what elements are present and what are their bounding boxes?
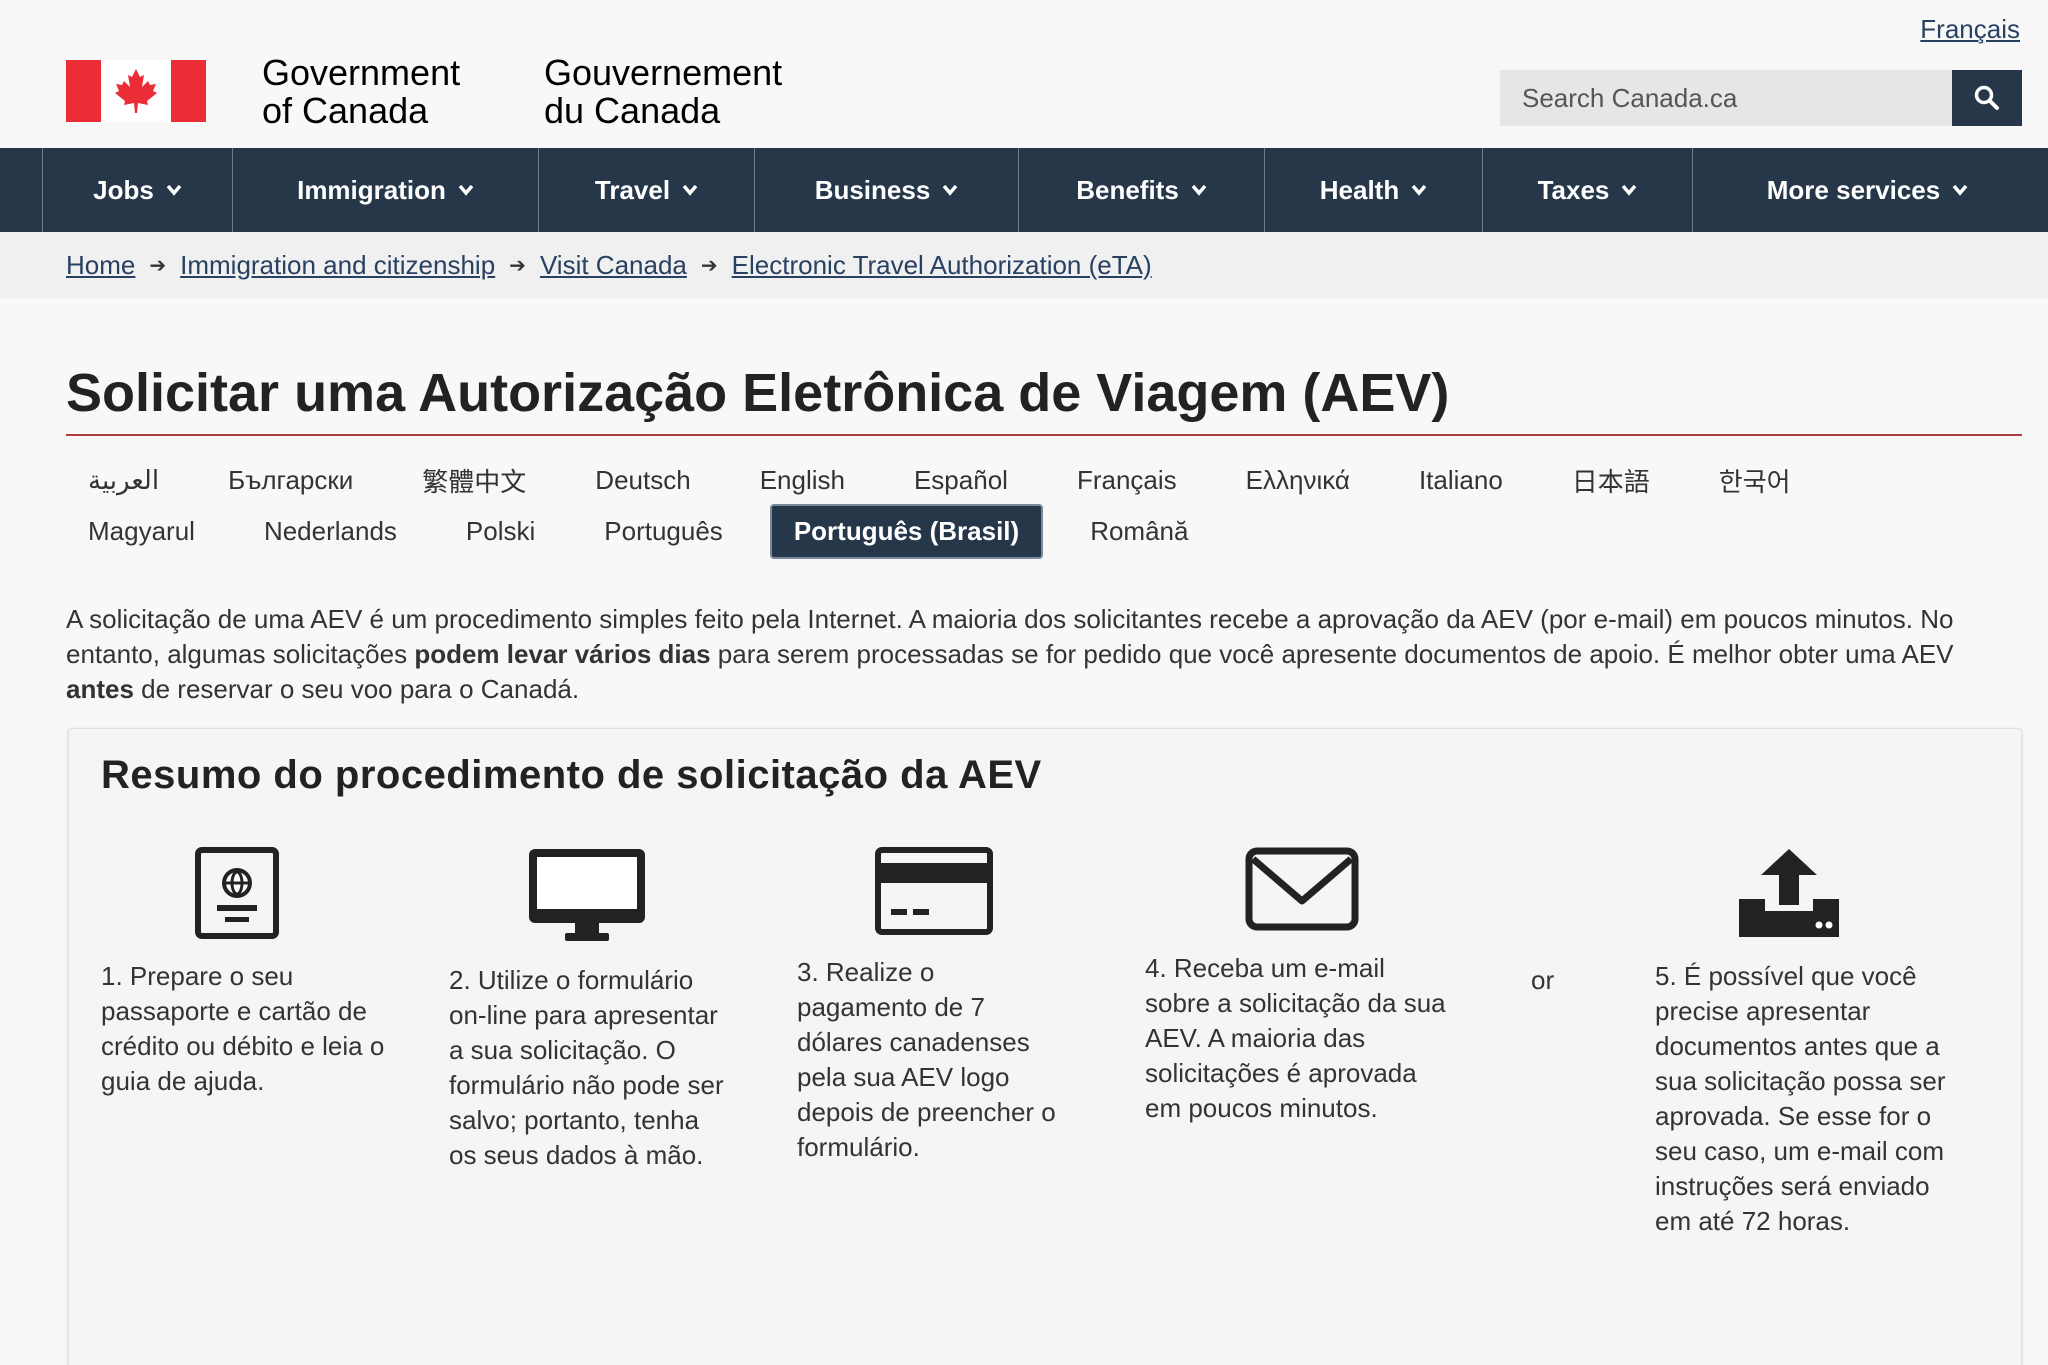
menu-label: More services [1766,174,1941,205]
page-title: Solicitar uma Autorização Eletrônica de … [66,362,2022,436]
computer-monitor-icon [529,849,645,941]
language-link-arabic[interactable]: العربية [66,455,181,506]
search-form [1500,70,2022,126]
breadcrumb-arrow-icon: ➔ [149,254,167,277]
language-toggle-link[interactable]: Français [1920,14,2020,45]
language-link-bulgarian[interactable]: Български [206,455,375,506]
chevron-down-icon [1622,184,1637,196]
menu-label: Travel [594,174,671,205]
language-list-row2: Magyarul Nederlands Polski Português Por… [66,504,1235,559]
step-2-text: 2. Utilize o formulário on-line para apr… [449,965,724,1170]
intro-bold-several-days: podem levar vários dias [414,639,711,669]
menu-health[interactable]: Health [1264,148,1482,232]
language-link-korean[interactable]: 한국어 [1697,452,1813,509]
step-4-text: 4. Receba um e-mail sobre a solicitação … [1145,953,1446,1123]
menu-label: Taxes [1537,174,1610,205]
gov-fr-line2: du Canada [544,90,721,131]
menu-more-services[interactable]: More services [1692,148,2042,232]
language-link-spanish[interactable]: Español [892,455,1030,506]
step-1: 1. Prepare o seu passaporte e cartão de … [101,847,391,1099]
search-input[interactable] [1500,70,1952,126]
gouvernement-du-canada-wordmark[interactable]: Gouvernement du Canada [544,54,782,130]
menu-taxes[interactable]: Taxes [1482,148,1692,232]
breadcrumb-home[interactable]: Home [66,250,135,281]
flag-red-bar-left [66,60,101,122]
main-menu: Jobs Immigration Travel Business Benefit… [0,148,2048,232]
language-link-english[interactable]: English [738,455,867,506]
intro-paragraph: A solicitação de uma AEV é um procedimen… [66,602,2026,707]
maple-leaf-icon [115,69,157,113]
chevron-down-icon [166,184,182,196]
step-5: 5. É possível que você precise apresenta… [1655,847,1955,1239]
menu-label: Jobs [93,174,154,205]
summary-title: Resumo do procedimento de solicitação da… [101,753,1042,797]
breadcrumb-arrow-icon: ➔ [700,254,718,277]
step-2: 2. Utilize o formulário on-line para apr… [449,847,729,1173]
language-link-hungarian[interactable]: Magyarul [66,506,217,557]
gov-fr-line1: Gouvernement [544,52,783,93]
menu-immigration[interactable]: Immigration [232,148,538,232]
chevron-down-icon [458,184,474,196]
step-3: 3. Realize o pagamento de 7 dólares cana… [797,847,1067,1165]
menu-jobs[interactable]: Jobs [42,148,232,232]
credit-card-icon [875,847,993,935]
government-of-canada-wordmark[interactable]: Government of Canada [262,54,460,130]
or-separator-text: or [1531,965,1555,995]
language-link-french[interactable]: Français [1055,455,1199,506]
chevron-down-icon [942,184,958,196]
menu-label: Benefits [1076,174,1179,205]
breadcrumb-arrow-icon: ➔ [509,254,526,277]
breadcrumb-visit-canada[interactable]: Visit Canada [540,250,687,281]
menu-benefits[interactable]: Benefits [1018,148,1264,232]
menu-travel[interactable]: Travel [538,148,754,232]
canada-flag-logo[interactable] [66,60,206,122]
menu-business[interactable]: Business [754,148,1018,232]
language-link-german[interactable]: Deutsch [573,455,712,506]
breadcrumb-eta[interactable]: Electronic Travel Authorization (eTA) [732,250,1152,281]
menu-label: Immigration [297,174,446,205]
passport-icon [195,847,279,939]
search-icon [1974,85,1999,110]
language-link-dutch[interactable]: Nederlands [242,506,419,557]
language-link-portuguese[interactable]: Português [582,506,745,557]
language-list-row1: العربية Български 繁體中文 Deutsch English E… [66,452,1838,509]
chevron-down-icon [682,184,698,196]
upload-icon [1739,849,1839,937]
intro-text-3: de reservar o seu voo para o Canadá. [133,674,580,704]
breadcrumb: Home ➔ Immigration and citizenship ➔ Vis… [0,232,2048,298]
step-5-text: 5. É possível que você precise apresenta… [1655,961,1946,1236]
search-button[interactable] [1952,70,2022,126]
intro-text-2: para serem processadas se for pedido que… [710,639,1954,669]
chevron-down-icon [1952,184,1968,196]
language-link-chinese[interactable]: 繁體中文 [400,452,548,509]
breadcrumb-immigration[interactable]: Immigration and citizenship [180,250,495,281]
language-link-japanese[interactable]: 日本語 [1550,452,1672,509]
gov-en-line2: of Canada [262,90,429,131]
language-link-italian[interactable]: Italiano [1397,455,1525,506]
envelope-icon [1245,847,1359,931]
gov-en-line1: Government [262,52,461,93]
step-3-text: 3. Realize o pagamento de 7 dólares cana… [797,957,1056,1162]
language-link-greek[interactable]: Ελληνικά [1224,455,1372,506]
menu-label: Business [814,174,931,205]
application-summary-panel: Resumo do procedimento de solicitação da… [68,728,2022,1365]
language-link-polish[interactable]: Polski [444,506,557,557]
language-link-romanian[interactable]: Română [1068,506,1210,557]
step-4: 4. Receba um e-mail sobre a solicitação … [1145,847,1455,1126]
language-link-portuguese-brazil-active[interactable]: Português (Brasil) [769,504,1044,559]
chevron-down-icon [1191,184,1207,196]
flag-red-bar-right [171,60,206,122]
chevron-down-icon [1411,184,1427,196]
flag-white-center [101,60,171,122]
menu-label: Health [1319,174,1400,205]
step-1-text: 1. Prepare o seu passaporte e cartão de … [101,961,385,1096]
intro-bold-before: antes [66,674,134,704]
